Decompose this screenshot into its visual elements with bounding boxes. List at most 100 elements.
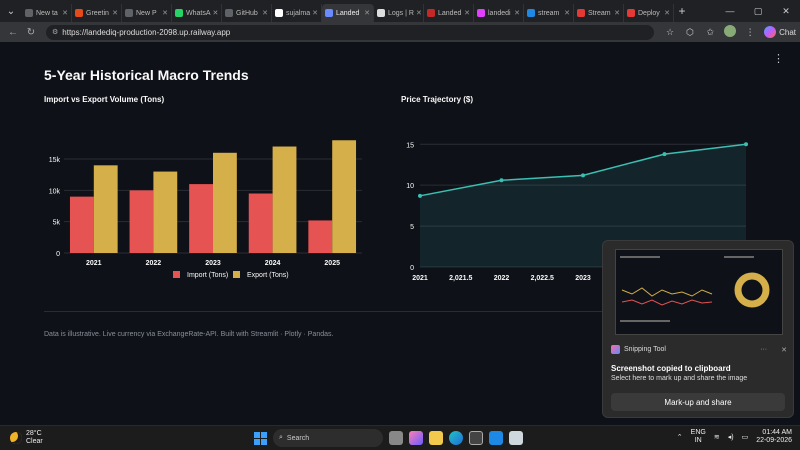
menu-dots-icon[interactable]: ⋮ — [740, 27, 760, 38]
browser-tab[interactable]: stream ✕ — [524, 4, 574, 22]
bar-export — [153, 171, 178, 253]
import-export-bar-chart[interactable]: 0 5k 10k 15k 2021 2022 2023 2024 2025 Import (Ton… — [40, 122, 370, 282]
tab-close-icon[interactable]: ✕ — [512, 9, 520, 17]
favorites-icon[interactable]: ✩ — [700, 27, 720, 38]
moon-icon — [10, 432, 22, 444]
browser-tab[interactable]: New ta ✕ — [22, 4, 72, 22]
close-window-icon[interactable]: ✕ — [772, 6, 800, 17]
tab-close-icon[interactable]: ✕ — [462, 9, 470, 17]
close-notification-icon[interactable]: ✕ — [781, 346, 787, 354]
profile-avatar[interactable] — [720, 25, 740, 39]
window-controls: — ▢ ✕ — [716, 6, 800, 17]
y-tick-label: 15k — [49, 157, 61, 164]
browser-tab[interactable]: Landed ✕ — [424, 4, 474, 22]
clock[interactable]: 01:44 AM 22-09-2026 — [756, 429, 792, 445]
browser-tab[interactable]: Landed ✕ — [322, 4, 374, 22]
tab-close-icon[interactable]: ✕ — [160, 9, 168, 17]
snipping-tool-notification[interactable]: Snipping Tool ··· ✕ Screenshot copied to… — [602, 240, 794, 418]
notification-app-name: Snipping Tool — [624, 346, 666, 353]
tab-label: GitHub — [236, 9, 258, 17]
battery-icon[interactable]: ▭ — [742, 433, 749, 441]
language-indicator[interactable]: ENG IN — [691, 429, 706, 445]
browser-tab[interactable]: Deploy ✕ — [624, 4, 674, 22]
legend-swatch — [173, 271, 180, 278]
markup-share-button[interactable]: Mark-up and share — [611, 393, 785, 411]
tab-favicon-icon — [427, 9, 435, 17]
browser-tab[interactable]: landedi ✕ — [474, 4, 524, 22]
tab-favicon-icon — [275, 9, 283, 17]
minimize-icon[interactable]: — — [716, 6, 744, 17]
tab-favicon-icon — [627, 9, 635, 17]
browser-tab[interactable]: sujalma ✕ — [272, 4, 322, 22]
taskbar-search[interactable]: ⌕ Search — [273, 429, 383, 447]
bookmark-star-icon[interactable]: ☆ — [660, 27, 680, 38]
x-tick-label: 2022 — [494, 275, 510, 282]
x-tick-label: 2025 — [324, 260, 340, 267]
extensions-icon[interactable]: ⬡ — [680, 27, 700, 38]
reload-icon[interactable]: ↻ — [22, 27, 40, 38]
weather-widget[interactable]: 28°C Clear — [10, 430, 43, 446]
site-info-icon[interactable]: ⚙ — [52, 28, 58, 36]
browser-tab-bar: ⌄ New ta ✕ Greetin ✕ New P ✕ WhatsA ✕ GitHub ✕ suj… — [0, 0, 800, 22]
tab-close-icon[interactable]: ✕ — [362, 9, 370, 17]
new-tab-button[interactable]: + — [674, 4, 690, 18]
bar-import — [189, 184, 213, 253]
browser-tab[interactable]: GitHub ✕ — [222, 4, 272, 22]
tab-search-icon[interactable]: ⌄ — [0, 0, 22, 22]
tab-close-icon[interactable]: ✕ — [60, 9, 68, 17]
tab-close-icon[interactable]: ✕ — [310, 9, 318, 17]
x-tick-label: 2023 — [205, 260, 221, 267]
task-view-icon[interactable] — [389, 431, 403, 445]
page-title: 5-Year Historical Macro Trends — [44, 67, 249, 83]
volume-icon[interactable]: ◂) — [728, 433, 734, 441]
browser-tab[interactable]: Greetin ✕ — [72, 4, 122, 22]
bar-import — [69, 196, 94, 253]
chat-logo-icon — [764, 26, 777, 38]
tab-close-icon[interactable]: ✕ — [211, 9, 219, 17]
tab-close-icon[interactable]: ✕ — [260, 9, 268, 17]
tab-label: Greetin — [86, 9, 109, 17]
weather-temp: 28°C — [26, 430, 42, 437]
store-icon[interactable] — [469, 431, 483, 445]
browser-tab[interactable]: Stream ✕ — [574, 4, 624, 22]
region-code: IN — [694, 437, 702, 444]
chat-button[interactable]: Chat — [764, 26, 796, 38]
bar-import — [308, 220, 333, 253]
tab-close-icon[interactable]: ✕ — [562, 9, 570, 17]
copilot-icon[interactable] — [409, 431, 423, 445]
file-explorer-icon[interactable] — [429, 431, 443, 445]
tab-label: Landed — [438, 9, 462, 17]
footnote: Data is illustrative. Live currency via … — [44, 331, 334, 338]
app-menu-icon[interactable]: ⋮ — [773, 52, 784, 65]
y-tick-label: 10k — [49, 188, 61, 195]
screenshot-thumbnail[interactable] — [615, 249, 783, 335]
tab-close-icon[interactable]: ✕ — [662, 9, 670, 17]
url-text: https://landediq-production-2098.up.rail… — [62, 27, 231, 37]
legend-swatch — [233, 271, 240, 278]
y-tick-label: 0 — [56, 251, 60, 258]
tab-close-icon[interactable]: ✕ — [110, 9, 118, 17]
notification-message: Screenshot copied to clipboard — [611, 364, 731, 373]
windows-start-icon[interactable] — [254, 431, 267, 445]
browser-tab[interactable]: WhatsA ✕ — [172, 4, 222, 22]
tab-close-icon[interactable]: ✕ — [612, 9, 620, 17]
browser-tab[interactable]: New P ✕ — [122, 4, 172, 22]
show-hidden-icons-icon[interactable]: ⌃ — [677, 433, 683, 441]
url-input[interactable]: ⚙ https://landediq-production-2098.up.ra… — [46, 24, 655, 40]
y-tick-label: 10 — [406, 183, 414, 190]
wifi-icon[interactable]: ≋ — [714, 433, 720, 441]
outlook-icon[interactable] — [489, 431, 503, 445]
tab-label: Logs | R — [388, 9, 414, 17]
tab-favicon-icon — [75, 9, 83, 17]
back-icon[interactable]: ← — [4, 27, 22, 38]
bar-chart-title: Import vs Export Volume (Tons) — [44, 95, 165, 104]
edge-icon[interactable] — [449, 431, 463, 445]
y-tick-label: 0 — [410, 265, 414, 272]
tab-close-icon[interactable]: ✕ — [414, 9, 422, 17]
tab-favicon-icon — [125, 9, 133, 17]
more-options-icon[interactable]: ··· — [760, 346, 767, 353]
browser-tab[interactable]: Logs | R ✕ — [374, 4, 424, 22]
notepad-icon[interactable] — [509, 431, 523, 445]
address-bar: ← ↻ ⚙ https://landediq-production-2098.u… — [0, 22, 800, 42]
maximize-icon[interactable]: ▢ — [744, 6, 772, 17]
